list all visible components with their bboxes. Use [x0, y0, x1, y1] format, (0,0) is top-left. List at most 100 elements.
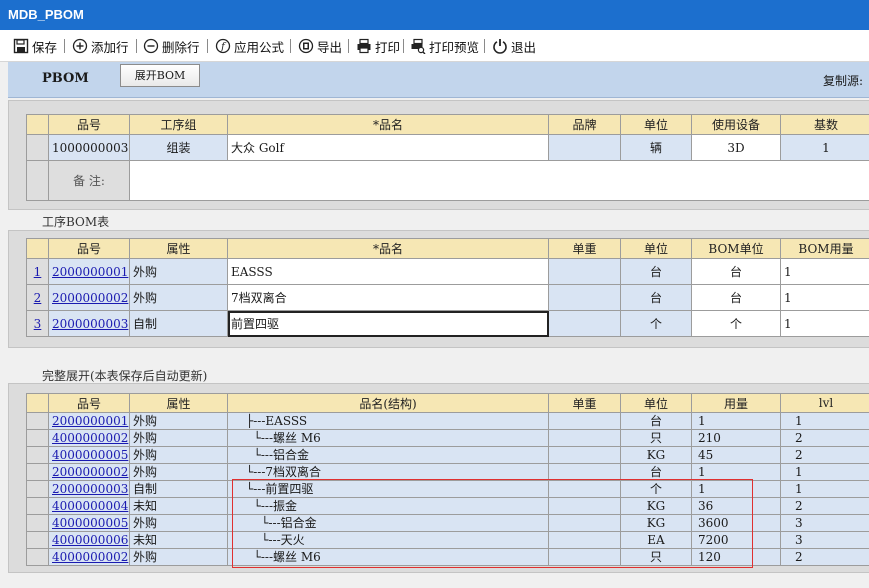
part-no-link[interactable]: 4000000005: [52, 448, 128, 462]
print-label: 打印: [375, 40, 401, 55]
qty-cell: 210: [691, 429, 781, 447]
apply-formula-button[interactable]: f 应用公式: [215, 36, 284, 56]
bom-unit-cell[interactable]: 台: [691, 258, 781, 285]
part-no-link[interactable]: 2000000001: [52, 414, 128, 428]
weight-cell: [548, 514, 621, 532]
part-no-link[interactable]: 4000000002: [52, 550, 128, 564]
attribute-cell[interactable]: 外购: [129, 258, 228, 285]
tree-name-cell: ├---EASSS: [227, 412, 549, 430]
weight-cell[interactable]: [548, 284, 621, 311]
export-icon: [298, 38, 314, 54]
main-product-panel: 品号 工序组 *品名 品牌 单位 使用设备 基数 1000000003 组装 大…: [8, 100, 869, 210]
weight-cell: [548, 497, 621, 515]
process-group-cell[interactable]: 组装: [129, 134, 228, 161]
unit-cell: KG: [620, 497, 692, 515]
col-header: 属性: [129, 393, 228, 413]
bom-qty-cell[interactable]: 1: [780, 284, 869, 311]
expand-bom-button[interactable]: 展开BOM: [120, 64, 200, 87]
part-no-cell: 4000000005: [48, 446, 130, 464]
bom-unit-cell[interactable]: 台: [691, 284, 781, 311]
print-preview-button[interactable]: 打印预览: [410, 36, 479, 56]
col-header: lvl: [780, 393, 869, 413]
unit-cell[interactable]: 个: [620, 310, 692, 337]
table-row: 4000000005 外购 └---铝合金 KG 3600 3: [26, 514, 869, 532]
part-no-link[interactable]: 2000000003: [52, 482, 128, 496]
row-index-link[interactable]: 2: [34, 291, 42, 305]
full-expansion-body: 2000000001 外购 ├---EASSS 台 1 1 4000000002 外购 └--…: [26, 412, 869, 566]
bom-qty-cell[interactable]: 1: [780, 310, 869, 337]
row-gutter: [26, 446, 49, 464]
bom-qty-cell[interactable]: 1: [780, 258, 869, 285]
col-header: 使用设备: [691, 114, 781, 135]
unit-cell[interactable]: 台: [620, 284, 692, 311]
delete-row-button[interactable]: 删除行: [143, 36, 200, 56]
attribute-cell: 未知: [129, 497, 228, 515]
part-no-link[interactable]: 2000000002: [52, 291, 128, 305]
col-header: 单位: [620, 393, 692, 413]
level-cell: 1: [780, 463, 869, 481]
part-no-cell[interactable]: 1000000003: [48, 134, 130, 161]
part-no-link[interactable]: 2000000003: [52, 317, 128, 331]
print-button[interactable]: 打印: [356, 36, 400, 56]
route-bom-table: 品号 属性 *品名 单重 单位 BOM单位 BOM用量 1 2000000001…: [26, 238, 869, 337]
col-header: 品号: [48, 114, 130, 135]
weight-cell: [548, 429, 621, 447]
part-no-link[interactable]: 4000000004: [52, 499, 128, 513]
table-row: 4000000005 外购 └---铝合金 KG 45 2: [26, 446, 869, 464]
base-cell[interactable]: 1: [780, 134, 869, 161]
add-row-button[interactable]: 添加行: [72, 36, 129, 56]
attribute-cell[interactable]: 外购: [129, 284, 228, 311]
product-name-cell-active[interactable]: 前置四驱: [227, 310, 549, 337]
tree-name-cell: └---振金: [227, 497, 549, 515]
part-no-link[interactable]: 4000000006: [52, 533, 128, 547]
table-row: 4000000002 外购 └---螺丝 M6 只 210 2: [26, 429, 869, 447]
row-gutter: [26, 548, 49, 566]
route-bom-title: 工序BOM表: [42, 215, 110, 229]
delete-icon: [143, 38, 159, 54]
equipment-cell[interactable]: 3D: [691, 134, 781, 161]
col-header: 品名(结构): [227, 393, 549, 413]
svg-text:f: f: [220, 42, 227, 53]
remark-field[interactable]: [129, 160, 869, 201]
row-gutter: [26, 134, 49, 161]
row-index-link[interactable]: 3: [34, 317, 42, 331]
part-no-link[interactable]: 4000000002: [52, 431, 128, 445]
product-name-cell[interactable]: 7档双离合: [227, 284, 549, 311]
exit-icon: [493, 39, 507, 54]
col-header: 品号: [48, 393, 130, 413]
qty-cell: 1: [691, 480, 781, 498]
part-no-link[interactable]: 2000000002: [52, 465, 128, 479]
unit-cell[interactable]: 辆: [620, 134, 692, 161]
level-cell: 3: [780, 514, 869, 532]
part-no-link[interactable]: 4000000005: [52, 516, 128, 530]
exit-button[interactable]: 退出: [492, 36, 536, 56]
col-header: 品牌: [548, 114, 621, 135]
unit-cell[interactable]: 台: [620, 258, 692, 285]
weight-cell[interactable]: [548, 258, 621, 285]
product-name-cell[interactable]: EASSS: [227, 258, 549, 285]
part-no-cell: 4000000002: [48, 429, 130, 447]
col-header: BOM单位: [691, 238, 781, 259]
remark-label: 备 注:: [48, 160, 130, 201]
tree-name-cell: └---天火: [227, 531, 549, 549]
qty-cell: 1: [691, 463, 781, 481]
brand-cell[interactable]: [548, 134, 621, 161]
export-button[interactable]: 导出: [298, 36, 342, 56]
save-button[interactable]: 保存: [13, 36, 57, 56]
attribute-cell[interactable]: 自制: [129, 310, 228, 337]
col-header: 单重: [548, 238, 621, 259]
apply-formula-label: 应用公式: [234, 40, 285, 55]
row-index-link[interactable]: 1: [34, 265, 42, 279]
attribute-cell: 外购: [129, 429, 228, 447]
tree-name-cell: └---铝合金: [227, 514, 549, 532]
part-no-cell: 2000000001: [48, 412, 130, 430]
form-header: PBOM 展开BOM 复制源:: [8, 62, 869, 98]
toolbar-separator: [403, 39, 404, 53]
qty-cell: 7200: [691, 531, 781, 549]
level-cell: 3: [780, 531, 869, 549]
product-name-cell[interactable]: 大众 Golf: [227, 134, 549, 161]
bom-unit-cell[interactable]: 个: [691, 310, 781, 337]
part-no-link[interactable]: 2000000001: [52, 265, 128, 279]
col-header: 单位: [620, 114, 692, 135]
weight-cell[interactable]: [548, 310, 621, 337]
